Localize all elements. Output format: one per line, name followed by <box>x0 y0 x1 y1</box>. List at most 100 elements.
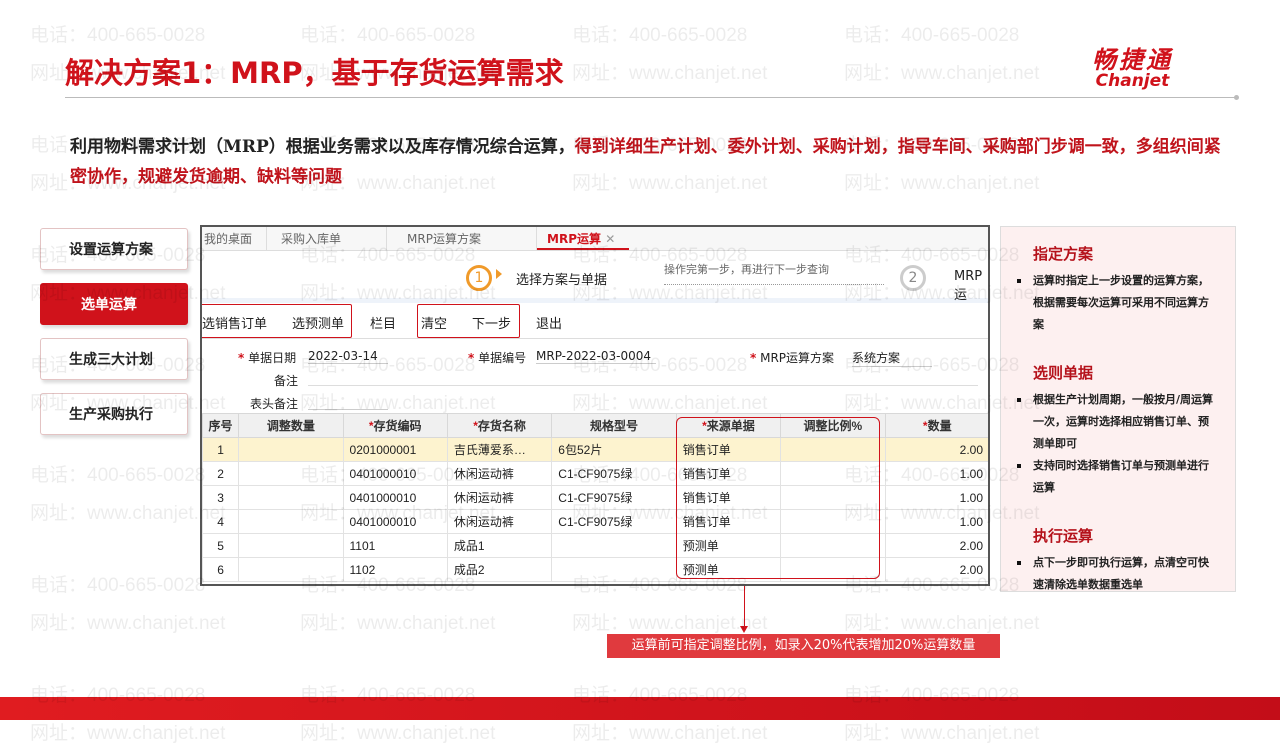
watermark: 网址：www.chanjet.net <box>30 613 226 634</box>
table-cell[interactable] <box>238 557 344 582</box>
toolbar: 选销售订单 选预测单 栏目 清空 下一步 退出 <box>202 303 988 339</box>
table-cell[interactable]: 2.00 <box>884 557 988 582</box>
table-cell[interactable]: 0401000010 <box>342 461 448 486</box>
watermark: 网址：www.chanjet.net <box>572 723 768 744</box>
watermark: 电话：400-665-0028 <box>572 25 748 46</box>
watermark: 电话：400-665-0028 <box>30 465 206 486</box>
section-title: 选则单据 <box>1033 364 1094 382</box>
watermark: 网址：www.chanjet.net <box>572 613 768 634</box>
column-header[interactable]: *数量 <box>884 413 988 438</box>
column-header[interactable]: *存货编码 <box>342 413 448 438</box>
bullet-item: 根据生产计划周期，一般按月/周运算一次，运算时选择相应销售订单、预测单即可 <box>1015 389 1217 455</box>
watermark: 电话：400-665-0028 <box>30 25 206 46</box>
table-cell[interactable] <box>238 461 344 486</box>
step2-label: MRP运 <box>954 269 983 303</box>
step1-label: 选择方案与单据 <box>516 273 608 288</box>
header-form: * 单据日期 2022-03-14 * 单据编号 MRP-2022-03-000… <box>202 339 988 411</box>
table-cell[interactable]: 0201000001 <box>342 437 448 462</box>
watermark: 网址：www.chanjet.net <box>844 63 1040 84</box>
column-header[interactable]: 规格型号 <box>551 413 677 438</box>
watermark: 电话：400-665-0028 <box>300 25 476 46</box>
head-note-field[interactable] <box>308 409 388 410</box>
info-panel: 指定方案 运算时指定上一步设置的运算方案，根据需要每次运算可采用不同运算方案 选则单… <box>1000 226 1236 592</box>
table-cell[interactable]: 1.00 <box>884 461 988 486</box>
step-indicator: 1 选择方案与单据 操作完第一步，再进行下一步查询 2 MRP运 <box>202 251 988 303</box>
callout-line <box>744 586 745 630</box>
plan-field[interactable]: 系统方案 <box>852 349 932 367</box>
step1-circle: 1 <box>466 265 492 291</box>
table-cell[interactable] <box>238 437 344 462</box>
page-title: 解决方案1：MRP，基于存货运算需求 <box>65 56 564 90</box>
bullet-item: 支持同时选择销售订单与预测单进行运算 <box>1015 455 1217 499</box>
table-cell[interactable]: 6包52片 <box>551 437 677 462</box>
table-cell[interactable]: 3 <box>202 485 240 510</box>
table-cell[interactable] <box>551 557 677 582</box>
table-cell[interactable]: C1-CF9075绿 <box>551 509 677 534</box>
table-cell[interactable] <box>238 509 344 534</box>
note-label: 备注 <box>274 374 299 388</box>
section-title: 执行运算 <box>1033 527 1094 545</box>
column-header[interactable]: *存货名称 <box>446 413 553 438</box>
date-field[interactable]: 2022-03-14 <box>308 349 388 364</box>
title-divider <box>65 97 1237 98</box>
watermark: 网址：www.chanjet.net <box>30 723 226 744</box>
exit-button[interactable]: 退出 <box>536 313 562 332</box>
tab-mrp-plan[interactable]: MRP运算方案 <box>387 227 538 250</box>
table-cell[interactable]: 1101 <box>342 533 448 558</box>
step-execute[interactable]: 生产采购执行 <box>40 393 188 435</box>
table-cell[interactable]: 休闲运动裤 <box>446 461 553 486</box>
columns-button[interactable]: 栏目 <box>370 313 396 332</box>
note-field[interactable] <box>308 385 978 386</box>
bottom-bar <box>0 697 1280 720</box>
column-header[interactable]: 序号 <box>202 413 240 438</box>
table-cell[interactable]: 6 <box>202 557 240 582</box>
table-cell[interactable]: 2.00 <box>884 437 988 462</box>
table-cell[interactable]: 2 <box>202 461 240 486</box>
tab-purchase-receipt[interactable]: 采购入库单 <box>267 227 388 250</box>
bullet-item: 点下一步即可执行运算，点清空可快速清除选单数据重选单 <box>1015 552 1217 596</box>
step2-circle: 2 <box>900 265 926 291</box>
table-cell[interactable] <box>238 533 344 558</box>
step-setup-plan[interactable]: 设置运算方案 <box>40 228 188 270</box>
table-cell[interactable]: 1.00 <box>884 485 988 510</box>
table-cell[interactable]: 1 <box>202 437 240 462</box>
table-cell[interactable]: 成品1 <box>446 533 553 558</box>
watermark: 网址：www.chanjet.net <box>30 503 226 524</box>
column-header[interactable]: 调整数量 <box>238 413 344 438</box>
table-cell[interactable]: 成品2 <box>446 557 553 582</box>
watermark: 网址：www.chanjet.net <box>300 613 496 634</box>
table-cell[interactable]: 1102 <box>342 557 448 582</box>
tab-desktop[interactable]: 我的桌面 <box>202 227 268 250</box>
table-cell[interactable]: C1-CF9075绿 <box>551 461 677 486</box>
table-cell[interactable]: 1.00 <box>884 509 988 534</box>
table-cell[interactable]: C1-CF9075绿 <box>551 485 677 510</box>
watermark: 网址：www.chanjet.net <box>844 613 1040 634</box>
doc-number-field[interactable]: MRP-2022-03-0004 <box>536 349 656 364</box>
chanjet-logo: 畅捷通 Chanjet <box>1092 46 1173 91</box>
close-icon[interactable]: ✕ <box>605 232 615 246</box>
highlight-source-ratio <box>676 417 880 579</box>
watermark: 电话：400-665-0028 <box>844 25 1020 46</box>
watermark: 网址：www.chanjet.net <box>300 723 496 744</box>
watermark: 网址：www.chanjet.net <box>844 723 1040 744</box>
table-cell[interactable]: 休闲运动裤 <box>446 485 553 510</box>
table-cell[interactable]: 休闲运动裤 <box>446 509 553 534</box>
dotted-connector <box>664 284 884 285</box>
table-cell[interactable]: 吉氏薄爱系… <box>446 437 553 462</box>
table-cell[interactable] <box>238 485 344 510</box>
step-select-run[interactable]: 选单运算 <box>40 283 188 325</box>
callout-note: 运算前可指定调整比例，如录入20%代表增加20%运算数量 <box>607 634 1000 658</box>
highlight-select-buttons <box>202 304 352 338</box>
table-cell[interactable]: 0401000010 <box>342 509 448 534</box>
tab-mrp-run[interactable]: MRP运算 ✕ <box>537 227 630 250</box>
tab-bar: 我的桌面 采购入库单 MRP运算方案 MRP运算 ✕ <box>202 227 988 251</box>
table-cell[interactable]: 4 <box>202 509 240 534</box>
table-cell[interactable]: 5 <box>202 533 240 558</box>
step-generate-plans[interactable]: 生成三大计划 <box>40 338 188 380</box>
head-note-label: 表头备注 <box>250 397 299 411</box>
table-cell[interactable] <box>551 533 677 558</box>
mrp-screenshot: 我的桌面 采购入库单 MRP运算方案 MRP运算 ✕ 1 选择方案与单据 操作完… <box>200 225 990 586</box>
table-cell[interactable]: 0401000010 <box>342 485 448 510</box>
table-cell[interactable]: 2.00 <box>884 533 988 558</box>
bullet-item: 运算时指定上一步设置的运算方案，根据需要每次运算可采用不同运算方案 <box>1015 270 1217 336</box>
